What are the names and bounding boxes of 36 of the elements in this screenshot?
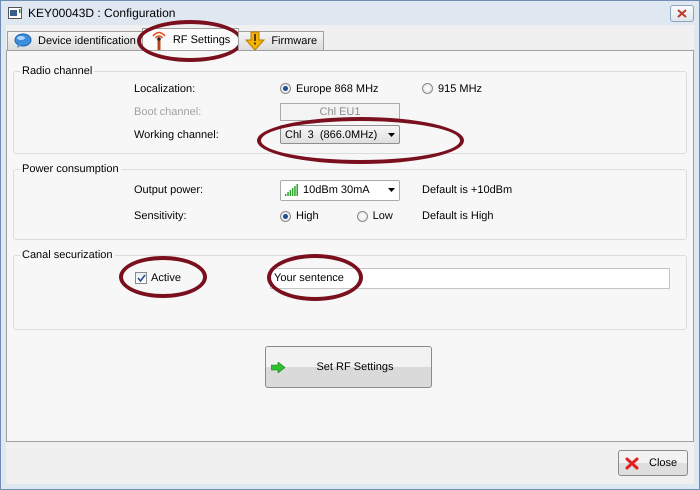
radio-button[interactable]: Low <box>356 210 393 222</box>
tab[interactable]: Device identification <box>7 31 143 50</box>
field-label: Boot channel: <box>134 106 202 118</box>
close-icon <box>625 456 639 470</box>
antenna-icon <box>150 30 167 50</box>
arrow-icon <box>270 362 284 372</box>
tab[interactable]: RF Settings <box>142 28 240 50</box>
group-title: Radio channel <box>21 65 94 77</box>
input-field[interactable]: Your sentence <box>270 268 670 288</box>
close-icon <box>677 8 687 18</box>
caret-icon <box>388 132 395 136</box>
close-button[interactable]: Close <box>618 450 688 476</box>
default-note: Default is +10dBm <box>422 184 514 196</box>
radio-button[interactable]: High <box>280 210 319 222</box>
tab[interactable]: Firmware <box>238 31 324 50</box>
set-rf-settings-button[interactable]: Set RF Settings <box>264 346 432 388</box>
radio-button[interactable]: 915 MHz <box>422 82 686 94</box>
dropdown[interactable]: 10dBm 30mA <box>280 180 400 200</box>
field-label: Localization: <box>134 82 196 94</box>
field-label: Output power: <box>134 184 204 196</box>
checkbox[interactable]: Active <box>135 272 181 284</box>
default-note: Default is High <box>422 210 495 222</box>
caret-icon <box>388 188 395 192</box>
check-icon <box>136 274 146 282</box>
window-icon <box>8 7 22 19</box>
field-label: Working channel: <box>134 128 220 140</box>
bubble-icon <box>14 33 32 49</box>
group-title: Canal securization <box>21 249 114 261</box>
warning-arrow-icon <box>245 31 266 51</box>
close-button[interactable] <box>670 4 694 22</box>
dropdown[interactable]: Chl 3 (866.0MHz) <box>280 125 400 144</box>
window-title: KEY00043D : Configuration <box>28 6 176 20</box>
field-label: Sensitivity: <box>134 210 188 222</box>
radio-button[interactable]: Europe 868 MHz <box>280 82 422 94</box>
signal-bars-icon <box>285 184 299 196</box>
group-title: Power consumption <box>21 163 120 175</box>
